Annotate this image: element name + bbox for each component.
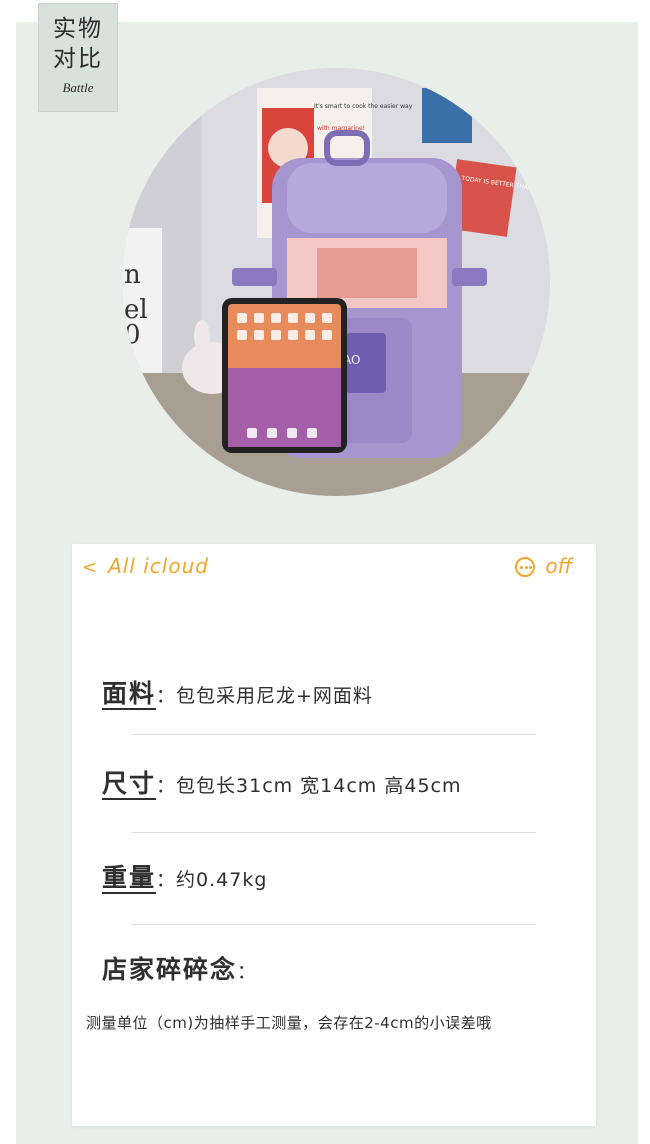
chevron-left-icon: < — [82, 557, 99, 578]
spec-row-weight: 重量：约0.47kg — [102, 858, 566, 894]
more-button[interactable]: off — [515, 554, 572, 578]
poster-text: It's smart to cook the easier way — [314, 103, 413, 110]
back-label: All icloud — [108, 554, 209, 578]
more-options-icon — [515, 557, 536, 577]
measurement-footnote: 测量单位（cm)为抽样手工测量，会存在2-4cm的小误差哦 — [86, 1014, 492, 1032]
badge-title-line1: 实物 — [53, 16, 103, 42]
comparison-badge: 实物 对比 Battle — [38, 3, 118, 112]
svg-text:n: n — [124, 260, 141, 290]
spec-label: 尺寸 — [102, 769, 157, 798]
badge-title-line2: 对比 — [53, 46, 103, 72]
notes-card: < All icloud off 面料：包包采用尼龙+网面料 尺寸：包包长31cm… — [72, 544, 596, 1126]
spec-row-shop-notes: 店家碎碎念： — [102, 950, 566, 986]
back-button[interactable]: < All icloud — [82, 554, 209, 578]
product-photo: n el 0 It's smart to cook the easier way… — [122, 68, 550, 496]
more-label: off — [545, 554, 572, 578]
spec-row-material: 面料：包包采用尼龙+网面料 — [102, 674, 566, 710]
spec-label: 面料 — [102, 679, 157, 708]
spec-label: 重量 — [102, 863, 157, 892]
spec-row-size: 尺寸：包包长31cm 宽14cm 高45cm — [102, 764, 566, 800]
spec-value: ：包包采用尼龙+网面料 — [156, 685, 373, 707]
spec-value: ： — [237, 961, 258, 983]
backpack-photo-illustration: n el 0 It's smart to cook the easier way… — [122, 68, 550, 496]
notes-header: < All icloud off — [72, 554, 596, 584]
spec-value: ：约0.47kg — [156, 869, 268, 891]
divider — [132, 924, 536, 925]
badge-subtitle: Battle — [62, 80, 94, 95]
spec-value: ：包包长31cm 宽14cm 高45cm — [156, 775, 462, 797]
spec-label: 店家碎碎念 — [102, 955, 238, 984]
divider — [132, 832, 536, 833]
divider — [132, 734, 536, 735]
